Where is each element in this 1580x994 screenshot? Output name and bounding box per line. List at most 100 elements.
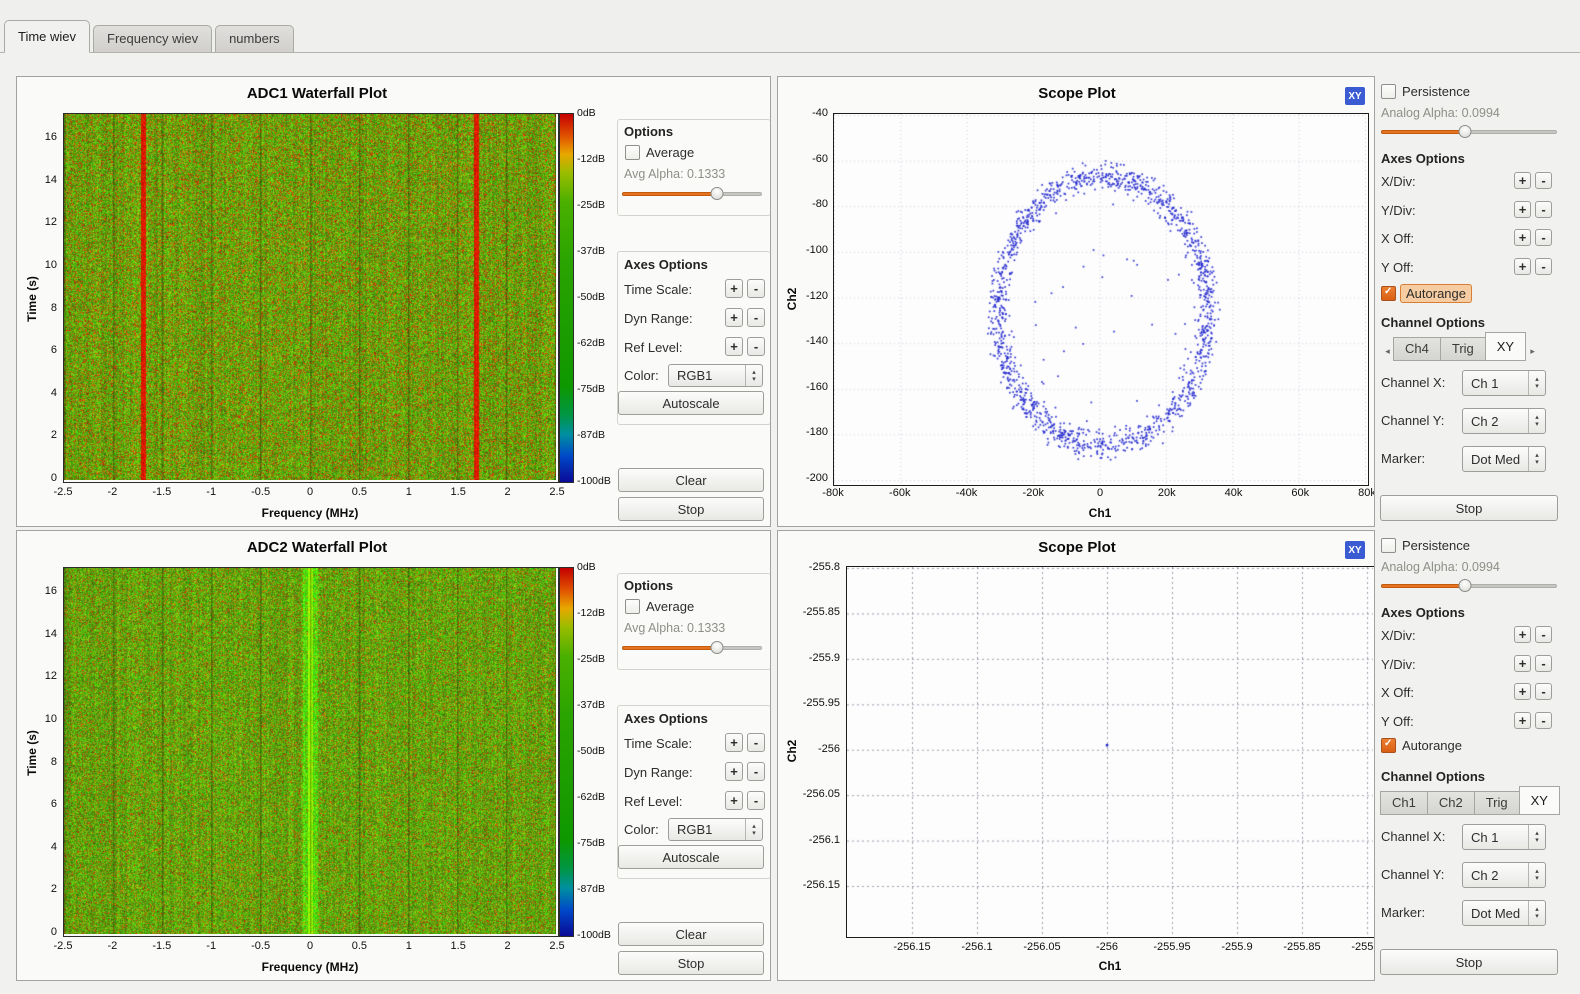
x-div-increase-button[interactable]: + — [1514, 172, 1531, 189]
stop-button[interactable]: Stop — [1380, 949, 1558, 975]
persistence-checkbox[interactable]: Persistence — [1381, 538, 1470, 553]
waterfall-image — [64, 568, 556, 934]
spin-up-icon[interactable]: ▴ — [1535, 830, 1539, 837]
channel-tab-ch2[interactable]: Ch2 — [1427, 791, 1475, 815]
waterfall-plot[interactable] — [63, 113, 559, 483]
channel-y-spinbox[interactable]: Ch 2▴▾ — [1462, 408, 1546, 434]
spin-down-icon[interactable]: ▾ — [1535, 421, 1539, 428]
analog-alpha-slider[interactable] — [1381, 579, 1557, 592]
spin-up-icon[interactable]: ▴ — [1535, 376, 1539, 383]
ref-level-increase-button[interactable]: + — [725, 337, 743, 356]
spin-down-icon[interactable]: ▾ — [1535, 383, 1539, 390]
dyn-range-decrease-button[interactable]: - — [747, 762, 765, 781]
channel-tab-ch1[interactable]: Ch1 — [1380, 791, 1428, 815]
color-combobox[interactable]: RGB1▴▾ — [668, 818, 763, 841]
clear-button[interactable]: Clear — [618, 468, 764, 492]
time-scale-decrease-button[interactable]: - — [747, 279, 765, 298]
axes-options-heading: Axes Options — [1381, 605, 1465, 620]
average-checkbox[interactable]: Average — [625, 599, 694, 614]
x-off-decrease-button[interactable]: - — [1535, 229, 1552, 246]
y-off-increase-button[interactable]: + — [1514, 712, 1531, 729]
y-axis-label: Time (s) — [25, 730, 39, 776]
y-div-decrease-button[interactable]: - — [1535, 201, 1552, 218]
channel-x-spinbox[interactable]: Ch 1▴▾ — [1462, 370, 1546, 396]
x-tick-label: -256.15 — [886, 941, 938, 953]
clear-button[interactable]: Clear — [618, 922, 764, 946]
average-checkbox[interactable]: Average — [625, 145, 694, 160]
tab-time-wiev[interactable]: Time wiev — [4, 20, 90, 53]
autorange-checkbox[interactable]: Autorange — [1381, 284, 1472, 303]
y-div-increase-button[interactable]: + — [1514, 655, 1531, 672]
marker-spinbox[interactable]: Dot Med▴▾ — [1462, 900, 1546, 926]
channel-tab-trig[interactable]: Trig — [1440, 337, 1486, 361]
ref-level-decrease-button[interactable]: - — [747, 337, 765, 356]
time-scale-increase-button[interactable]: + — [725, 733, 743, 752]
tab-scroll-right-icon[interactable]: ▸ — [1526, 341, 1539, 361]
x-off-increase-button[interactable]: + — [1514, 683, 1531, 700]
channel-y-spinbox[interactable]: Ch 2▴▾ — [1462, 862, 1546, 888]
x-tick-label: -255.85 — [1276, 941, 1328, 953]
tab-frequency-wiev[interactable]: Frequency wiev — [93, 25, 212, 52]
autoscale-button[interactable]: Autoscale — [618, 391, 764, 415]
tab-numbers[interactable]: numbers — [215, 25, 294, 52]
spin-down-icon[interactable]: ▾ — [1535, 913, 1539, 920]
x-div-increase-button[interactable]: + — [1514, 626, 1531, 643]
dyn-range-increase-button[interactable]: + — [725, 308, 743, 327]
y-off-decrease-button[interactable]: - — [1535, 712, 1552, 729]
x-div-decrease-button[interactable]: - — [1535, 172, 1552, 189]
stop-button[interactable]: Stop — [618, 951, 764, 975]
avg-alpha-slider[interactable] — [622, 187, 762, 200]
scope-plot[interactable] — [833, 113, 1369, 486]
dyn-range-decrease-button[interactable]: - — [747, 308, 765, 327]
y-div-increase-button[interactable]: + — [1514, 201, 1531, 218]
checkbox-box-icon — [625, 599, 640, 614]
y-off-decrease-button[interactable]: - — [1535, 258, 1552, 275]
stop-button[interactable]: Stop — [1380, 495, 1558, 521]
analog-alpha-label: Analog Alpha: 0.0994 — [1381, 560, 1500, 574]
analog-alpha-slider[interactable] — [1381, 125, 1557, 138]
dyn-range-increase-button[interactable]: + — [725, 762, 743, 781]
y-tick-label: -255.95 — [786, 697, 840, 709]
autoscale-button[interactable]: Autoscale — [618, 845, 764, 869]
x-div-decrease-button[interactable]: - — [1535, 626, 1552, 643]
time-scale-increase-button[interactable]: + — [725, 279, 743, 298]
channel-tab-xy[interactable]: XY — [1519, 786, 1560, 815]
scope-plot[interactable] — [846, 566, 1375, 938]
channel-tab-ch4[interactable]: Ch4 — [1393, 337, 1441, 361]
slider-knob[interactable] — [1459, 125, 1472, 138]
ref-level-increase-button[interactable]: + — [725, 791, 743, 810]
y-tick-label: 6 — [23, 344, 57, 356]
spin-up-icon[interactable]: ▴ — [1535, 906, 1539, 913]
y-div-decrease-button[interactable]: - — [1535, 655, 1552, 672]
spin-down-icon[interactable]: ▾ — [1535, 459, 1539, 466]
x-axis-label: Ch1 — [833, 506, 1367, 520]
channel-tab-trig[interactable]: Trig — [1474, 791, 1520, 815]
avg-alpha-slider[interactable] — [622, 641, 762, 654]
x-off-decrease-button[interactable]: - — [1535, 683, 1552, 700]
persistence-checkbox[interactable]: Persistence — [1381, 84, 1470, 99]
y-off-increase-button[interactable]: + — [1514, 258, 1531, 275]
x-tick-label: 0 — [288, 940, 332, 952]
marker-spinbox[interactable]: Dot Med▴▾ — [1462, 446, 1546, 472]
ref-level-decrease-button[interactable]: - — [747, 791, 765, 810]
channel-x-spinbox[interactable]: Ch 1▴▾ — [1462, 824, 1546, 850]
x-off-increase-button[interactable]: + — [1514, 229, 1531, 246]
spin-up-icon[interactable]: ▴ — [1535, 868, 1539, 875]
spin-down-icon[interactable]: ▾ — [1535, 837, 1539, 844]
color-combobox[interactable]: RGB1▴▾ — [668, 364, 763, 387]
time-scale-decrease-button[interactable]: - — [747, 733, 765, 752]
y-tick-label: -256.05 — [786, 788, 840, 800]
waterfall-plot[interactable] — [63, 567, 559, 937]
spin-down-icon[interactable]: ▾ — [1535, 875, 1539, 882]
channel-tab-xy[interactable]: XY — [1485, 332, 1526, 361]
spin-up-icon[interactable]: ▴ — [1535, 452, 1539, 459]
slider-knob[interactable] — [1459, 579, 1472, 592]
x-tick-label: 60k — [1274, 487, 1326, 499]
slider-knob[interactable] — [711, 641, 724, 654]
spin-up-icon[interactable]: ▴ — [1535, 414, 1539, 421]
slider-knob[interactable] — [711, 187, 724, 200]
x-tick-label: 2 — [486, 486, 530, 498]
stop-button[interactable]: Stop — [618, 497, 764, 521]
y-tick-label: -100 — [786, 244, 828, 256]
autorange-checkbox[interactable]: Autorange — [1381, 738, 1462, 753]
